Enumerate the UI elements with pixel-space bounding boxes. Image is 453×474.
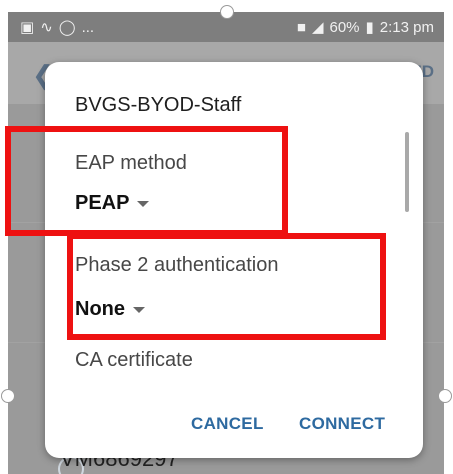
crop-handle-left[interactable]: [1, 389, 15, 403]
notification-icon: ■: [296, 18, 306, 36]
cancel-button[interactable]: CANCEL: [191, 414, 264, 434]
battery-percent: 60%: [329, 18, 360, 36]
crop-handle-top[interactable]: [220, 5, 234, 19]
battery-icon: ▮: [365, 19, 374, 36]
status-time: 2:13 pm: [379, 18, 434, 36]
signal-icon: ∿: [40, 19, 53, 36]
crop-handle-right[interactable]: [438, 389, 452, 403]
status-left-text: ...: [81, 18, 95, 36]
connect-button[interactable]: CONNECT: [299, 414, 385, 434]
cell-signal-icon: ◢: [311, 19, 324, 36]
status-left: ▣ ∿ ◯ ...: [20, 18, 95, 37]
chat-icon: ◯: [58, 19, 76, 36]
eap-method-highlight: [5, 126, 288, 236]
status-right: ■ ◢ 60% ▮ 2:13 pm: [296, 18, 434, 37]
phase2-highlight: [67, 233, 386, 340]
image-icon: ▣: [20, 19, 35, 36]
dialog-title: BVGS-BYOD-Staff: [75, 94, 242, 116]
ca-certificate-label[interactable]: CA certificate: [75, 349, 193, 372]
dialog-scrollbar[interactable]: [405, 132, 409, 212]
